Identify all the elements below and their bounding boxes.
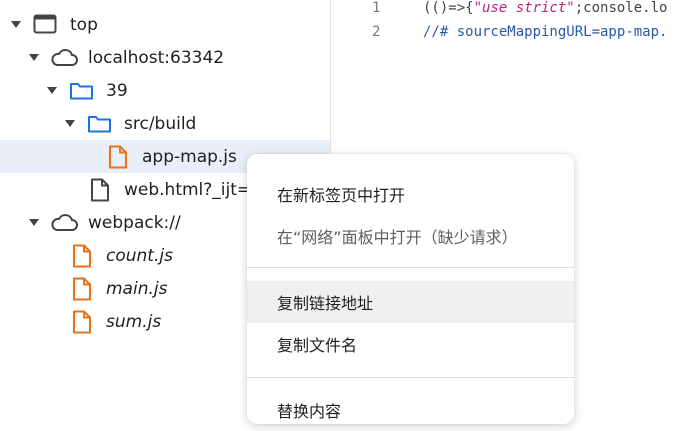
tree-item-label: 39 — [106, 80, 128, 101]
folder-icon — [70, 83, 93, 100]
code-comment: //# sourceMappingURL=app-map. — [423, 24, 668, 40]
tree-item-39[interactable]: 39 — [0, 74, 330, 107]
tree-item-label: app-map.js — [142, 146, 237, 167]
line-content: (()=>{"use strict";console.lo — [423, 0, 667, 16]
file-icon — [91, 178, 109, 202]
code-token: ;console.lo — [574, 0, 668, 16]
js-file-icon — [109, 145, 127, 169]
js-file-icon — [73, 277, 91, 301]
menu-item-open-in-new-tab[interactable]: 在新标签页中打开 — [247, 173, 574, 215]
js-file-icon — [73, 310, 91, 334]
line-number: 2 — [372, 24, 381, 40]
tree-item-localhost[interactable]: localhost:63342 — [0, 41, 330, 74]
tree-item-label: localhost:63342 — [88, 47, 225, 68]
menu-item-label: 复制链接地址 — [277, 294, 374, 313]
menu-item-open-in-network-panel: 在“网络”面板中打开（缺少请求） — [247, 215, 574, 257]
cloud-icon — [51, 214, 78, 231]
menu-item-label: 在新标签页中打开 — [277, 186, 406, 205]
context-menu: 在新标签页中打开 在“网络”面板中打开（缺少请求） 复制链接地址 复制文件名 替… — [247, 154, 574, 424]
tree-item-label: webpack:// — [88, 212, 181, 233]
menu-separator — [247, 267, 574, 268]
code-token: (()=>{ — [423, 0, 474, 16]
tree-item-label: src/build — [124, 113, 197, 134]
expand-arrow-icon[interactable] — [29, 219, 39, 226]
tree-item-top[interactable]: top — [0, 8, 330, 41]
expand-arrow-icon[interactable] — [11, 21, 21, 28]
js-file-icon — [73, 244, 91, 268]
cloud-icon — [51, 49, 78, 66]
tree-item-label: web.html?_ijt= — [124, 179, 252, 200]
tree-item-label: count.js — [106, 245, 173, 266]
menu-item-label: 替换内容 — [277, 402, 342, 421]
menu-separator — [247, 377, 574, 378]
tree-item-label: main.js — [106, 278, 168, 299]
menu-item-label: 在“网络”面板中打开（缺少请求） — [277, 228, 518, 247]
tree-item-src-build[interactable]: src/build — [0, 107, 330, 140]
tree-item-label: sum.js — [106, 311, 162, 332]
line-number: 1 — [372, 0, 381, 16]
menu-item-copy-file-name[interactable]: 复制文件名 — [247, 323, 574, 365]
code-line: 1 (()=>{"use strict";console.lo — [331, 0, 678, 20]
expand-arrow-icon[interactable] — [65, 120, 75, 127]
menu-item-label: 复制文件名 — [277, 336, 358, 355]
expand-arrow-icon[interactable] — [29, 54, 39, 61]
code-line: 2 //# sourceMappingURL=app-map. — [331, 24, 678, 44]
menu-item-override-content[interactable]: 替换内容 — [247, 389, 574, 431]
expand-arrow-icon[interactable] — [47, 87, 57, 94]
frame-icon — [33, 14, 57, 34]
code-string: "use strict" — [473, 0, 575, 16]
folder-icon — [88, 116, 111, 133]
menu-item-copy-link-address[interactable]: 复制链接地址 — [247, 281, 574, 323]
tree-item-label: top — [70, 14, 98, 35]
